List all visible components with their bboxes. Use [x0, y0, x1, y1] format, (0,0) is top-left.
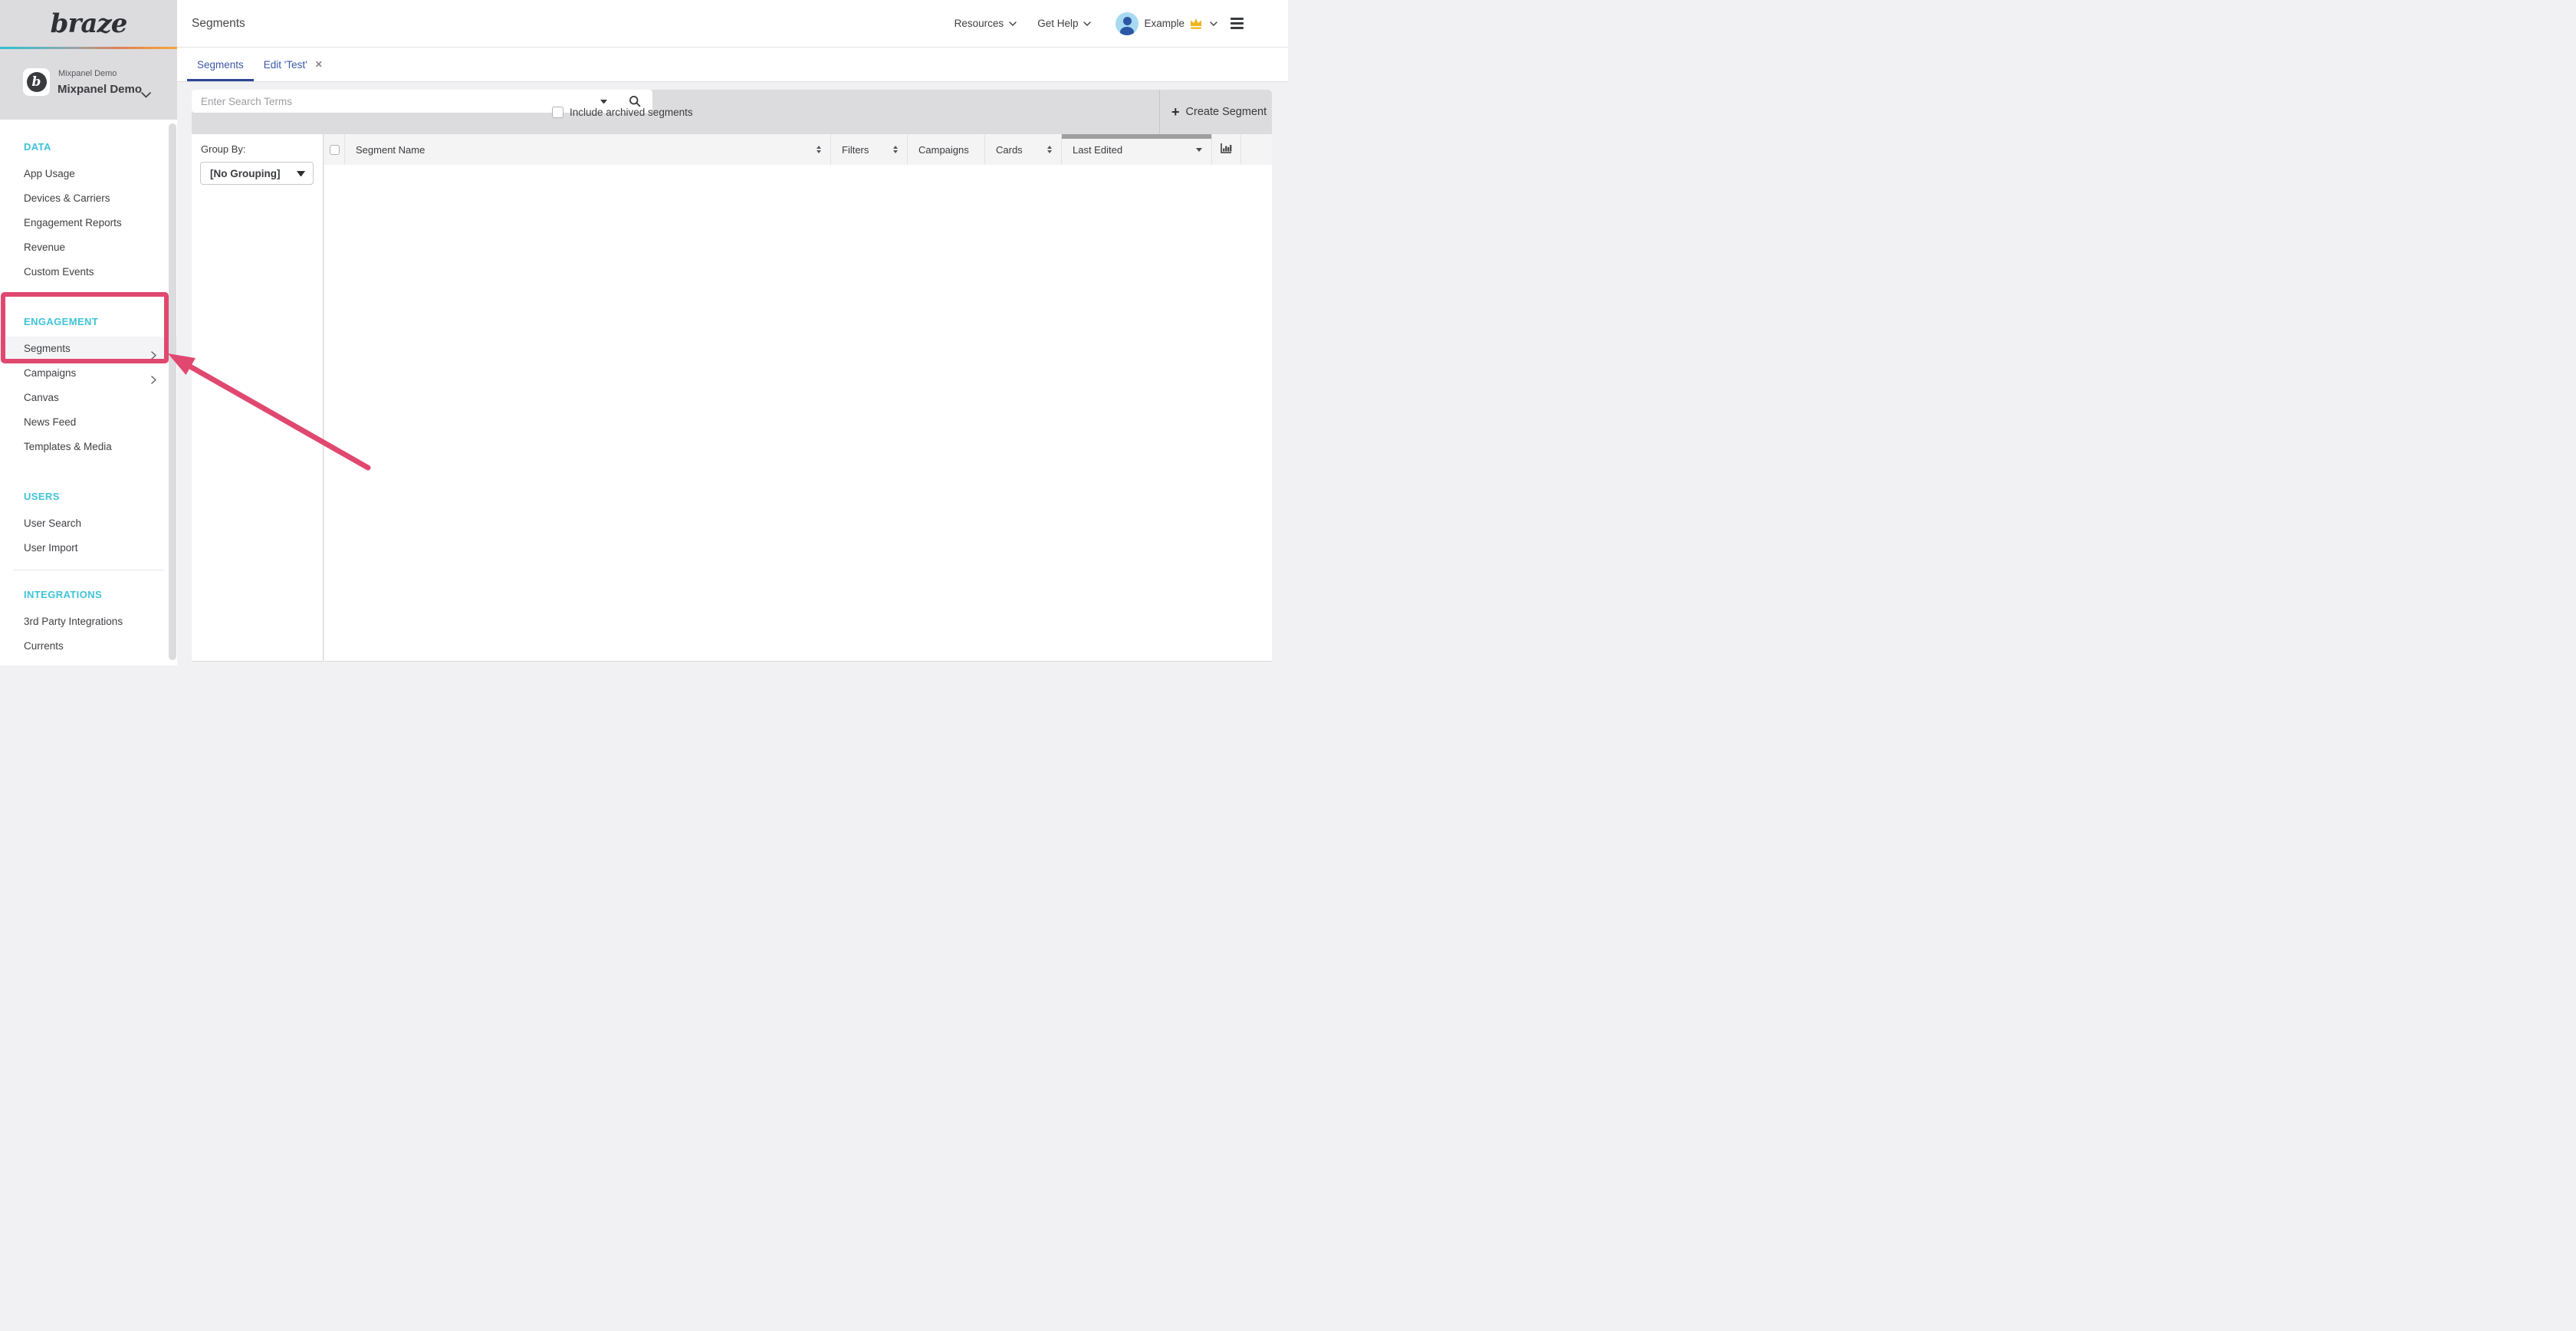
sidebar-item-revenue[interactable]: Revenue — [0, 235, 177, 260]
column-header-last-edited[interactable]: Last Edited — [1062, 134, 1212, 165]
chevron-down-icon — [1210, 21, 1217, 26]
app-group-label: Mixpanel Demo — [58, 69, 117, 78]
crown-icon — [1189, 17, 1203, 30]
table-body-empty — [324, 165, 1272, 662]
workspace-avatar: b — [23, 68, 50, 96]
sidebar-item-campaigns[interactable]: Campaigns — [0, 361, 177, 386]
content-area: Include archived segments + Create Segme… — [177, 82, 1288, 666]
plus-icon: + — [1171, 105, 1180, 119]
sidebar-item-templates-media[interactable]: Templates & Media — [0, 435, 177, 459]
create-segment-button[interactable]: + Create Segment — [1171, 90, 1267, 134]
close-icon[interactable]: ✕ — [315, 59, 323, 70]
top-header: Segments Resources Get Help Example — [177, 0, 1288, 48]
bar-chart-icon — [1221, 143, 1232, 156]
hamburger-menu-icon[interactable] — [1230, 18, 1244, 30]
sidebar: braze b Mixpanel Demo Mixpanel Demo DATA… — [0, 0, 177, 666]
braze-logo: braze — [51, 8, 127, 39]
sort-descending-icon — [1196, 148, 1202, 152]
sidebar-item-segments[interactable]: Segments — [0, 337, 177, 361]
workspace-switcher[interactable]: b Mixpanel Demo Mixpanel Demo — [0, 49, 177, 120]
user-menu[interactable]: Example — [1116, 12, 1217, 35]
section-title-engagement: ENGAGEMENT — [24, 316, 177, 328]
tab-edit-test[interactable]: Edit 'Test' ✕ — [254, 48, 333, 81]
sidebar-item-engagement-reports[interactable]: Engagement Reports — [0, 211, 177, 235]
include-archived-control: Include archived segments — [552, 90, 693, 134]
group-by-label: Group By: — [201, 143, 246, 155]
column-header-segment-name[interactable]: Segment Name — [345, 134, 831, 165]
group-by-select[interactable]: [No Grouping] — [200, 162, 314, 185]
main-area: Segments Resources Get Help Example — [177, 0, 1288, 666]
column-header-analytics[interactable] — [1212, 134, 1241, 165]
segments-toolbar: Include archived segments + Create Segme… — [192, 90, 1272, 134]
group-by-panel: Group By: [No Grouping] — [192, 134, 324, 662]
logo-block: braze — [0, 0, 177, 47]
dropdown-caret-icon — [297, 171, 305, 176]
section-title-data: DATA — [24, 141, 177, 153]
chevron-down-icon — [141, 88, 151, 102]
select-all-checkbox[interactable] — [330, 145, 340, 155]
sort-icon — [893, 146, 898, 153]
include-archived-label: Include archived segments — [570, 107, 693, 118]
column-header-campaigns[interactable]: Campaigns — [908, 134, 985, 165]
include-archived-checkbox[interactable] — [552, 107, 564, 118]
workspace-avatar-letter: b — [27, 72, 47, 92]
tab-segments[interactable]: Segments — [187, 48, 254, 81]
sort-icon — [816, 146, 821, 153]
column-header-spacer — [1241, 134, 1272, 165]
tab-bar: Segments Edit 'Test' ✕ — [177, 48, 1288, 82]
sidebar-item-currents[interactable]: Currents — [0, 634, 177, 659]
user-name: Example — [1144, 18, 1184, 29]
segments-table: Segment Name Filters Campaigns Cards — [324, 134, 1272, 662]
sidebar-item-3rd-party-integrations[interactable]: 3rd Party Integrations — [0, 610, 177, 634]
group-by-value: [No Grouping] — [210, 168, 297, 179]
column-header-filters[interactable]: Filters — [831, 134, 908, 165]
header-controls: Resources Get Help Example — [955, 12, 1244, 35]
user-avatar — [1116, 12, 1138, 35]
sidebar-item-canvas[interactable]: Canvas — [0, 386, 177, 410]
braze-dashboard: braze b Mixpanel Demo Mixpanel Demo DATA… — [0, 0, 1288, 666]
sidebar-item-devices-carriers[interactable]: Devices & Carriers — [0, 186, 177, 211]
column-header-cards[interactable]: Cards — [985, 134, 1062, 165]
sidebar-scrollbar[interactable] — [169, 123, 176, 660]
chevron-down-icon — [1083, 21, 1091, 26]
sidebar-item-news-feed[interactable]: News Feed — [0, 410, 177, 435]
sort-icon — [1047, 146, 1052, 153]
page-title: Segments — [192, 17, 245, 31]
sidebar-item-custom-events[interactable]: Custom Events — [0, 260, 177, 284]
toolbar-divider — [1159, 90, 1160, 134]
section-title-integrations: INTEGRATIONS — [24, 589, 177, 601]
resources-menu[interactable]: Resources — [955, 18, 1017, 29]
sidebar-item-user-import[interactable]: User Import — [0, 536, 177, 560]
sidebar-item-user-search[interactable]: User Search — [0, 511, 177, 536]
chevron-down-icon — [1009, 21, 1017, 26]
segments-body: Group By: [No Grouping] Segment Name — [192, 134, 1272, 662]
table-header-row: Segment Name Filters Campaigns Cards — [324, 134, 1272, 165]
select-all-cell — [324, 134, 345, 165]
workspace-name: Mixpanel Demo — [58, 83, 142, 96]
sidebar-item-app-usage[interactable]: App Usage — [0, 162, 177, 186]
search-input[interactable] — [192, 90, 600, 112]
sidebar-nav: DATA App Usage Devices & Carriers Engage… — [0, 141, 177, 659]
get-help-menu[interactable]: Get Help — [1037, 18, 1091, 29]
section-title-users: USERS — [24, 491, 177, 503]
